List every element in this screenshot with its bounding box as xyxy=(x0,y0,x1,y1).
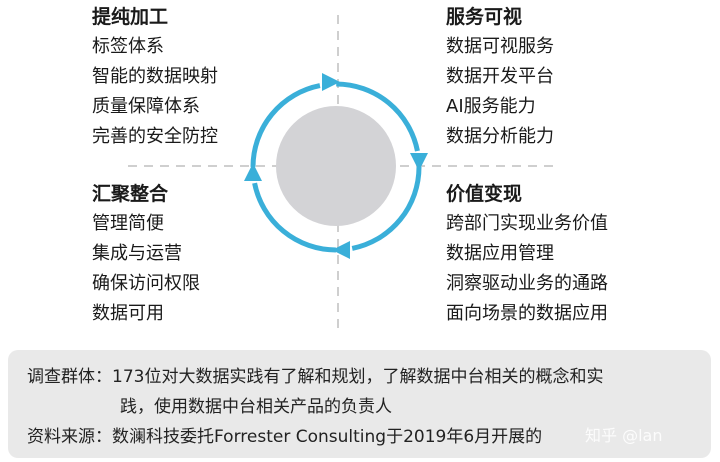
list-item: 跨部门实现业务价值 xyxy=(446,213,608,234)
list-item: 面向场景的数据应用 xyxy=(446,303,608,324)
list-item: 数据可用 xyxy=(92,303,164,324)
list-item: 数据应用管理 xyxy=(446,243,554,264)
list-item: AI服务能力 xyxy=(446,96,536,117)
list-item: 质量保障体系 xyxy=(92,96,200,117)
quadrant-aggregate: 汇聚整合 管理简便 集成与运营 确保访问权限 数据可用 xyxy=(92,179,200,329)
source-note: 资料来源：数澜科技委托Forrester Consulting于2019年6月开… xyxy=(27,427,543,447)
quadrant-title: 服务可视 xyxy=(446,6,523,28)
center-circle xyxy=(276,106,396,226)
list-item: 数据开发平台 xyxy=(446,66,554,87)
list-item: 确保访问权限 xyxy=(92,273,200,294)
survey-note: 调查群体：173位对大数据实践有了解和规划，了解数据中台相关的概念和实 xyxy=(27,367,604,387)
arrow-top-right xyxy=(322,73,340,91)
list-item: 集成与运营 xyxy=(92,243,182,264)
quadrant-title: 汇聚整合 xyxy=(92,183,169,205)
watermark: 知乎 @lan xyxy=(585,426,663,445)
arrow-bottom-left xyxy=(332,241,350,259)
quadrant-monetize: 价值变现 跨部门实现业务价值 数据应用管理 洞察驱动业务的通路 面向场景的数据应… xyxy=(446,179,608,329)
list-item: 数据分析能力 xyxy=(446,126,554,147)
list-item: 完善的安全防控 xyxy=(92,126,218,147)
list-item: 数据可视服务 xyxy=(446,36,554,57)
list-item: 标签体系 xyxy=(92,36,164,57)
arrow-right-down xyxy=(410,153,428,171)
quadrant-service: 服务可视 数据可视服务 数据开发平台 AI服务能力 数据分析能力 xyxy=(446,2,554,152)
list-item: 管理简便 xyxy=(92,213,164,234)
list-item: 洞察驱动业务的通路 xyxy=(446,273,608,294)
quadrant-refine: 提纯加工 标签体系 智能的数据映射 质量保障体系 完善的安全防控 xyxy=(92,2,218,152)
survey-note-continued: 践，使用数据中台相关产品的负责人 xyxy=(120,397,392,417)
quadrant-title: 提纯加工 xyxy=(92,6,169,28)
list-item: 智能的数据映射 xyxy=(92,66,218,87)
quadrant-title: 价值变现 xyxy=(446,183,523,205)
